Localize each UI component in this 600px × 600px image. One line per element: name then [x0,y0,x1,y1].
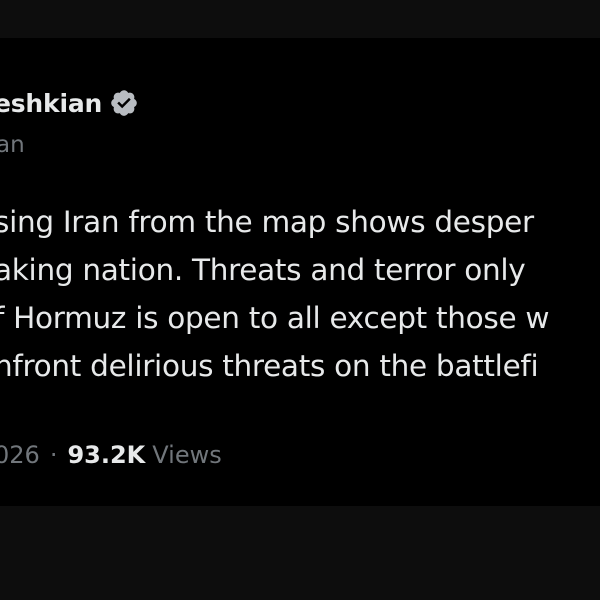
author-row[interactable]: eshkian [0,86,139,120]
view-count: 93.2K [67,441,146,469]
meta-separator: · [49,441,58,469]
verified-badge-icon [109,88,139,118]
post-body-line: aking nation. Threats and terror only [0,253,526,287]
author-display-name[interactable]: eshkian [0,89,102,118]
post-date[interactable]: 026 [0,441,40,469]
post-body-line: nfront delirious threats on the battlefi [0,349,539,383]
bottom-letterbox [0,506,600,600]
post-card: eshkian an sing Iran from the map shows … [0,38,600,506]
post-body-line: f Hormuz is open to all except those w [0,301,550,335]
views-label: Views [152,441,222,469]
post-meta: 026 · 93.2K Views [0,438,222,472]
author-handle[interactable]: an [0,132,25,158]
top-letterbox [0,0,600,38]
post-body-line: sing Iran from the map shows desper [0,205,534,239]
post-body: sing Iran from the map shows desper akin… [0,198,550,390]
